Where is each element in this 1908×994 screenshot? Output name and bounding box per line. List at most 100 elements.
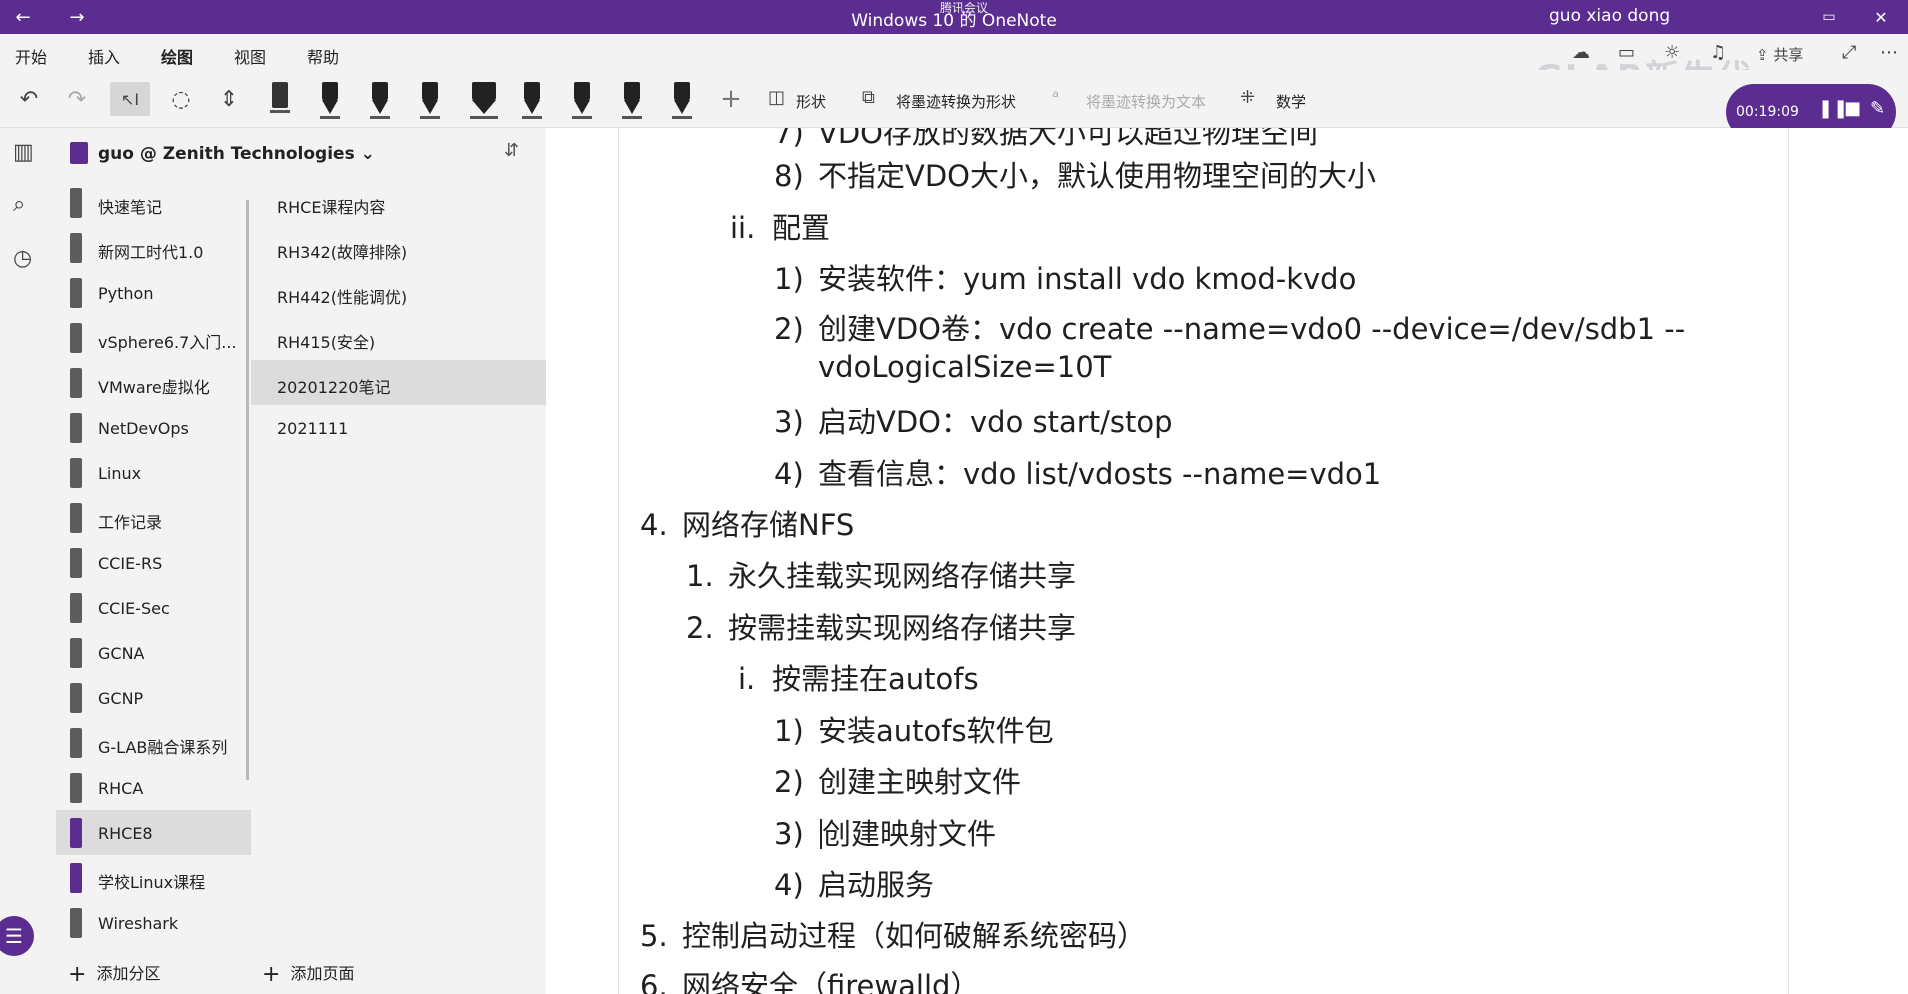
section-item[interactable]: GCNP	[56, 675, 251, 720]
close-icon[interactable]: ✕	[1858, 0, 1904, 34]
add-page-label: 添加页面	[290, 964, 355, 983]
section-label: GCNP	[98, 689, 144, 708]
pen-edit-icon[interactable]: ✎	[1870, 98, 1885, 119]
note-line[interactable]: 4) 启动服务	[774, 862, 934, 904]
pen-black-3[interactable]	[416, 78, 444, 122]
section-color	[70, 818, 82, 848]
lasso-select-icon[interactable]: ◌	[164, 82, 198, 116]
page-label: RH342(故障排除)	[277, 243, 408, 262]
note-line[interactable]: i. 按需挂在autofs	[738, 656, 979, 698]
section-item[interactable]: 新网工时代1.0	[56, 225, 251, 270]
section-item[interactable]: vSphere6.7入门...	[56, 315, 251, 360]
shapes-button[interactable]: 形状	[796, 91, 826, 112]
note-line[interactable]: 2) 创建主映射文件	[774, 759, 1021, 801]
section-item[interactable]: 快速笔记	[56, 180, 251, 225]
note-line[interactable]: 2. 按需挂载实现网络存储共享	[686, 605, 1076, 647]
page-item[interactable]: 2021111	[251, 405, 546, 450]
page-list: RHCE课程内容 RH342(故障排除) RH442(性能调优) RH415(安…	[251, 180, 546, 950]
undo-icon[interactable]: ↶	[14, 82, 44, 116]
note-line[interactable]: 8) 不指定VDO大小，默认使用物理空间的大小	[774, 153, 1376, 195]
note-line[interactable]: vdoLogicalSize=10T	[774, 350, 1111, 384]
share-button[interactable]: ⇪ 共享	[1756, 44, 1803, 65]
tab-draw[interactable]: 绘图	[158, 44, 196, 75]
note-line[interactable]: 1) 安装autofs软件包	[774, 708, 1054, 750]
pen-black-2[interactable]	[366, 78, 394, 122]
section-item-selected[interactable]: RHCE8	[56, 810, 251, 855]
section-color	[70, 863, 82, 893]
tab-view[interactable]: 视图	[234, 44, 266, 68]
add-page-button[interactable]: + 添加页面	[262, 960, 354, 987]
pen-black-4[interactable]	[568, 78, 596, 122]
section-item[interactable]: GCNA	[56, 630, 251, 675]
list-number: 1)	[774, 714, 804, 748]
tab-insert[interactable]: 插入	[88, 44, 120, 68]
section-item[interactable]: Wireshark	[56, 900, 251, 945]
stop-icon[interactable]: ■	[1844, 98, 1861, 119]
pen-black-6[interactable]	[668, 78, 696, 122]
section-list: 快速笔记 新网工时代1.0 Python vSphere6.7入门... VMw…	[56, 180, 251, 950]
section-item[interactable]: G-LAB融合课系列	[56, 720, 251, 765]
section-color	[70, 908, 82, 938]
note-text: 按需挂在autofs	[772, 662, 979, 696]
section-item[interactable]: 工作记录	[56, 495, 251, 540]
page-item[interactable]: RH342(故障排除)	[251, 225, 546, 270]
note-line[interactable]: 1) 安装软件：yum install vdo kmod-kvdo	[774, 256, 1356, 298]
type-select-icon[interactable]: ↖I	[110, 82, 150, 116]
ink-to-shape-button[interactable]: 将墨迹转换为形状	[896, 91, 1016, 112]
canvas-divider	[618, 128, 619, 994]
section-item[interactable]: CCIE-RS	[56, 540, 251, 585]
section-item[interactable]: CCIE-Sec	[56, 585, 251, 630]
note-line[interactable]: 2) 创建VDO卷：vdo create --name=vdo0 --device…	[774, 306, 1685, 348]
pen-black-5[interactable]	[618, 78, 646, 122]
section-color	[70, 728, 82, 758]
tab-home[interactable]: 开始	[15, 44, 47, 68]
tab-help[interactable]: 帮助	[307, 44, 339, 68]
search-icon[interactable]: ⌕	[13, 192, 25, 217]
restore-icon[interactable]: ▭	[1806, 0, 1852, 34]
pencil-black[interactable]	[518, 78, 546, 122]
section-item[interactable]: Python	[56, 270, 251, 315]
math-button[interactable]: 数学	[1276, 91, 1306, 112]
note-line[interactable]: 5. 控制启动过程（如何破解系统密码）	[640, 913, 1146, 955]
expand-icon[interactable]: ⤢	[1842, 42, 1856, 63]
page-item[interactable]: RH442(性能调优)	[251, 270, 546, 315]
recent-icon[interactable]: ◷	[13, 246, 32, 271]
eraser-tool[interactable]	[266, 78, 294, 122]
page-item-selected[interactable]: 20201220笔记	[251, 360, 546, 405]
section-scrollbar[interactable]	[246, 200, 249, 780]
section-item[interactable]: 学校Linux课程	[56, 855, 251, 900]
highlighter-black[interactable]	[466, 78, 502, 122]
section-item[interactable]: NetDevOps	[56, 405, 251, 450]
notebook-title[interactable]: guo @ Zenith Technologies ⌄	[98, 144, 375, 164]
add-section-button[interactable]: + 添加分区	[68, 960, 160, 987]
note-line[interactable]: 3) 创建映射文件	[774, 811, 996, 853]
sort-icon[interactable]: ⇵	[504, 140, 519, 161]
pen-black-1[interactable]	[316, 78, 344, 122]
note-line[interactable]: 3) 启动VDO：vdo start/stop	[774, 399, 1172, 441]
canvas-divider	[1788, 128, 1789, 994]
note-line[interactable]: 7) VDO存放的数据大小可以超过物理空间	[774, 128, 1318, 152]
user-name[interactable]: guo xiao dong	[1549, 6, 1670, 26]
more-icon[interactable]: ⋯	[1880, 42, 1898, 63]
navigation-menu-icon[interactable]: ☰	[0, 916, 34, 956]
note-line[interactable]: 1. 永久挂载实现网络存储共享	[686, 553, 1076, 595]
page-canvas[interactable]: 7) VDO存放的数据大小可以超过物理空间 8) 不指定VDO大小，默认使用物理空间…	[546, 128, 1908, 994]
ink-to-text-button[interactable]: 将墨迹转换为文本	[1086, 91, 1206, 112]
section-item[interactable]: RHCA	[56, 765, 251, 810]
page-item[interactable]: RH415(安全)	[251, 315, 546, 360]
note-line[interactable]: 6. 网络安全（firewalld）	[640, 963, 979, 994]
section-item[interactable]: Linux	[56, 450, 251, 495]
redo-icon[interactable]: ↷	[62, 82, 92, 116]
add-space-icon[interactable]: ⇕	[214, 82, 244, 116]
note-line[interactable]: ii. 配置	[730, 205, 830, 247]
note-line[interactable]: 4. 网络存储NFS	[640, 502, 854, 544]
section-item[interactable]: VMware虚拟化	[56, 360, 251, 405]
add-pen-icon[interactable]: +	[718, 82, 744, 116]
note-line[interactable]: 4) 查看信息：vdo list/vdosts --name=vdo1	[774, 451, 1381, 493]
section-label: CCIE-RS	[98, 554, 163, 573]
notebook-header[interactable]: guo @ Zenith Technologies ⌄ ⇵	[56, 128, 546, 180]
note-text: 网络存储NFS	[682, 508, 855, 542]
list-number: 6.	[640, 969, 668, 994]
notebooks-icon[interactable]: ▥	[13, 140, 34, 165]
page-item[interactable]: RHCE课程内容	[251, 180, 546, 225]
